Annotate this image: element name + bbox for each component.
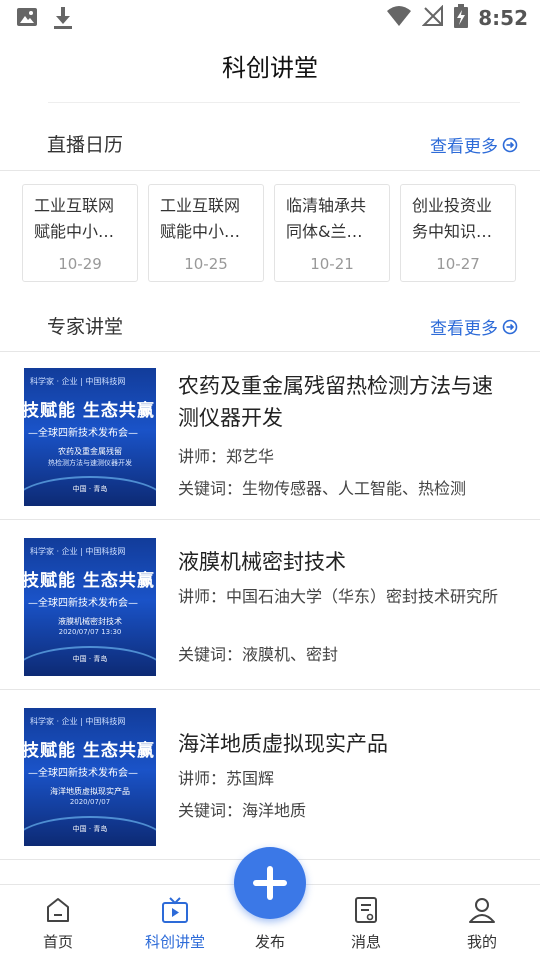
download-icon [52,6,74,34]
tv-icon [160,895,190,925]
live-calendar-more-link[interactable]: 查看更多 [430,132,518,157]
divider [0,519,540,520]
lecture-keywords: 关键词：液膜机、密封 [178,645,339,664]
user-icon [467,895,497,925]
thumb-headline: 技赋能 生态共赢 [24,741,155,761]
thumb-line1: 海洋地质虚拟现实产品 [50,787,130,796]
live-calendar-header: 直播日历 查看更多 [0,120,540,168]
lecture-title: 农药及重金属残留热检测方法与速测仪器开发 [178,374,493,430]
tab-profile[interactable]: 我的 [428,885,536,960]
thumb-top-text: 科学家 · 企业 | 中国科技网 [30,717,126,726]
calendar-card-date: 10-29 [58,255,102,273]
lecture-item[interactable]: 科学家 · 企业 | 中国科技网 技赋能 生态共赢 —全球四新技术发布会— 农药… [0,352,540,520]
arrow-circle-icon [502,319,518,335]
divider [0,170,540,171]
tab-lecture[interactable]: 科创讲堂 [121,885,229,960]
title-bar: 科创讲堂 [0,36,540,102]
calendar-card-title: 工业互联网赋能中小… [34,196,115,241]
calendar-card[interactable]: 工业互联网赋能中小… 10-29 [22,184,138,282]
thumb-footer: 中国 · 青岛 [72,485,108,493]
thumb-footer: 中国 · 青岛 [72,655,108,663]
lecture-thumbnail: 科学家 · 企业 | 中国科技网 技赋能 生态共赢 —全球四新技术发布会— 农药… [24,368,156,506]
expert-lecture-title: 专家讲堂 [47,316,124,338]
calendar-card-title: 工业互联网赋能中小… [160,196,241,241]
more-link-label: 查看更多 [430,137,498,157]
lecture-item[interactable]: 科学家 · 企业 | 中国科技网 技赋能 生态共赢 —全球四新技术发布会— 液膜… [0,522,540,690]
live-calendar-list: 工业互联网赋能中小… 10-29 工业互联网赋能中小… 10-25 临清轴承共同… [22,184,518,282]
lecture-lecturer: 讲师：中国石油大学（华东）密封技术研究所 [178,587,499,606]
message-icon [351,895,381,925]
calendar-card-title: 临清轴承共同体&兰… [286,196,367,241]
lecture-lecturer: 讲师：郑艺华 [178,447,275,466]
calendar-card[interactable]: 临清轴承共同体&兰… 10-21 [274,184,390,282]
expert-lecture-more-link[interactable]: 查看更多 [430,314,518,339]
status-bar: 8:52 [0,0,540,36]
tab-label: 发布 [254,933,285,951]
battery-charging-icon [454,4,469,32]
publish-fab-button[interactable] [234,847,306,919]
thumb-top-text: 科学家 · 企业 | 中国科技网 [30,547,126,556]
lecture-keywords: 关键词：海洋地质 [178,801,307,820]
tab-label: 消息 [350,933,381,951]
calendar-card-date: 10-27 [436,255,480,273]
calendar-card-date: 10-25 [184,255,228,273]
thumb-line2: 2020/07/07 13:30 [58,628,122,636]
tab-messages[interactable]: 消息 [312,885,420,960]
divider [0,689,540,690]
no-signal-icon [421,4,444,31]
more-link-label: 查看更多 [430,319,498,339]
page-title: 科创讲堂 [222,54,318,82]
wifi-icon [386,5,412,31]
expert-lecture-header: 专家讲堂 查看更多 [0,302,540,350]
live-calendar-title: 直播日历 [47,134,124,156]
arrow-circle-icon [502,137,518,153]
thumb-top-text: 科学家 · 企业 | 中国科技网 [30,377,126,386]
status-time: 8:52 [478,6,528,30]
lecture-thumbnail: 科学家 · 企业 | 中国科技网 技赋能 生态共赢 —全球四新技术发布会— 海洋… [24,708,156,846]
calendar-card-date: 10-21 [310,255,354,273]
thumb-line1: 液膜机械密封技术 [58,617,122,626]
lecture-keywords: 关键词：生物传感器、人工智能、热检测 [178,479,467,498]
thumb-footer: 中国 · 青岛 [72,825,108,833]
thumb-headline: 技赋能 生态共赢 [24,571,155,591]
lecture-title: 液膜机械密封技术 [178,550,346,574]
lecture-item[interactable]: 科学家 · 企业 | 中国科技网 技赋能 生态共赢 —全球四新技术发布会— 海洋… [0,692,540,860]
thumb-line2: 热检测方法与速测仪器开发 [48,459,132,467]
thumb-subtitle: —全球四新技术发布会— [28,768,138,779]
lecture-thumbnail: 科学家 · 企业 | 中国科技网 技赋能 生态共赢 —全球四新技术发布会— 液膜… [24,538,156,676]
tab-label: 我的 [466,933,497,951]
thumb-subtitle: —全球四新技术发布会— [28,598,138,609]
calendar-card[interactable]: 工业互联网赋能中小… 10-25 [148,184,264,282]
thumb-line2: 2020/07/07 [69,798,111,806]
title-divider [48,102,520,103]
thumb-subtitle: —全球四新技术发布会— [28,428,138,439]
lecture-title: 海洋地质虚拟现实产品 [178,732,388,756]
image-icon [16,6,38,34]
tab-home[interactable]: 首页 [4,885,112,960]
tab-label: 科创讲堂 [144,933,205,951]
calendar-card-title: 创业投资业务中知识… [412,196,493,241]
lecture-lecturer: 讲师：苏国辉 [178,769,275,788]
calendar-card[interactable]: 创业投资业务中知识… 10-27 [400,184,516,282]
thumb-headline: 技赋能 生态共赢 [24,401,155,421]
home-icon [43,895,73,925]
tab-label: 首页 [42,933,73,951]
thumb-line1: 农药及重金属残留 [58,447,122,456]
